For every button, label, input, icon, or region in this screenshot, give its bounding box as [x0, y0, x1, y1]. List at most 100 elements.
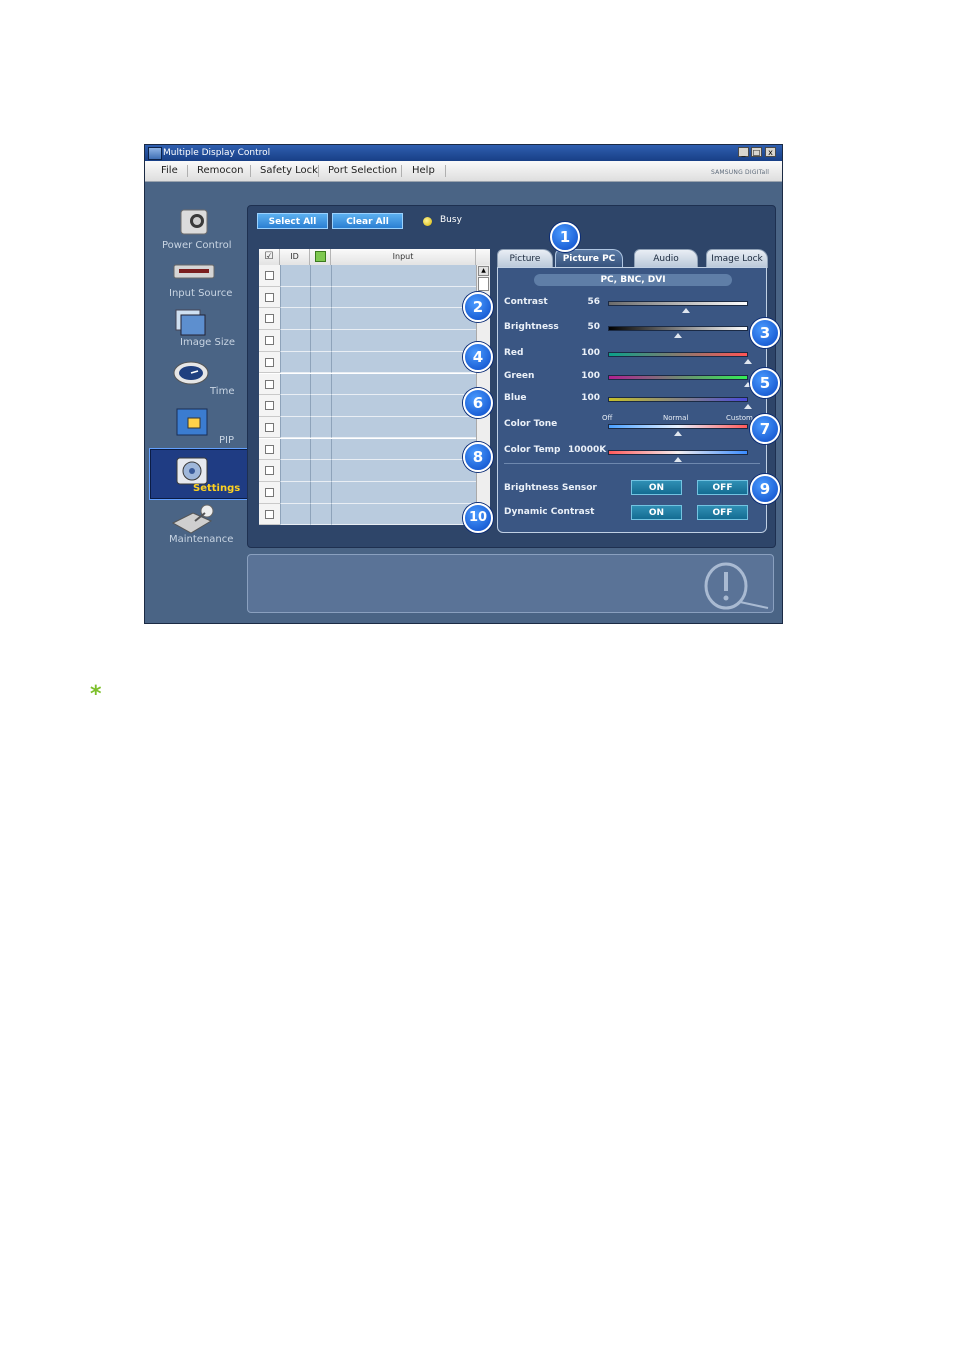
table-row[interactable]	[259, 416, 476, 439]
color-tone-slider[interactable]	[608, 424, 748, 429]
row-checkbox[interactable]	[265, 509, 274, 519]
row-checkbox[interactable]	[265, 422, 274, 432]
contrast-label: Contrast	[504, 297, 548, 307]
minimize-button[interactable]: _	[738, 147, 749, 157]
sidebar-item-image-size[interactable]: Image Size	[149, 308, 249, 356]
brightness-sensor-on-button[interactable]: ON	[631, 480, 682, 495]
row-status-cell	[310, 416, 331, 439]
brightness-slider[interactable]	[608, 326, 748, 331]
color-tone-slider-handle[interactable]	[674, 431, 682, 436]
sidebar-label: Input Source	[169, 288, 233, 299]
sidebar-item-time[interactable]: Time	[149, 357, 249, 405]
green-label: Green	[504, 371, 535, 381]
row-checkbox[interactable]	[265, 336, 274, 346]
main-panel: Select All Clear All Busy ☑ ID Input ▲ P…	[247, 205, 776, 548]
table-row[interactable]	[259, 265, 476, 287]
row-status-cell	[310, 460, 331, 482]
row-checkbox[interactable]	[265, 292, 274, 302]
select-all-button[interactable]: Select All	[257, 213, 328, 229]
sidebar-item-pip[interactable]: PIP	[149, 406, 249, 454]
red-value: 100	[581, 348, 600, 358]
row-input-cell	[331, 308, 476, 330]
table-row[interactable]	[259, 460, 476, 482]
table-row[interactable]	[259, 503, 476, 526]
row-input-cell	[331, 482, 476, 504]
color-tone-option-custom[interactable]: Custom	[726, 414, 753, 422]
contrast-slider[interactable]	[608, 301, 748, 306]
image-size-icon	[175, 309, 206, 336]
menu-help[interactable]: Help	[412, 165, 435, 176]
red-slider-handle[interactable]	[744, 359, 752, 364]
app-icon	[148, 147, 162, 160]
row-select-cell[interactable]	[259, 482, 280, 504]
row-checkbox[interactable]	[265, 314, 274, 324]
tab-picture[interactable]: Picture	[497, 249, 553, 268]
table-row[interactable]	[259, 373, 476, 395]
tab-image-lock[interactable]: Image Lock	[706, 249, 768, 268]
row-status-cell	[310, 503, 331, 526]
menu-remocon[interactable]: Remocon	[197, 165, 243, 176]
row-select-cell[interactable]	[259, 438, 280, 461]
color-temp-slider-handle[interactable]	[674, 457, 682, 462]
sidebar-label: Power Control	[162, 240, 232, 251]
brightness-slider-handle[interactable]	[674, 333, 682, 338]
row-select-cell[interactable]	[259, 330, 280, 352]
color-tone-option-off[interactable]: Off	[602, 414, 612, 422]
row-select-cell[interactable]	[259, 460, 280, 482]
row-select-cell[interactable]	[259, 351, 280, 374]
tab-audio[interactable]: Audio	[634, 249, 698, 268]
row-checkbox[interactable]	[265, 271, 274, 280]
row-select-cell[interactable]	[259, 503, 280, 526]
table-row[interactable]	[259, 308, 476, 330]
menu-safety-lock[interactable]: Safety Lock	[260, 165, 318, 176]
row-select-cell[interactable]	[259, 286, 280, 309]
row-select-cell[interactable]	[259, 373, 280, 395]
contrast-slider-handle[interactable]	[682, 308, 691, 313]
table-row[interactable]	[259, 482, 476, 504]
blue-slider-handle[interactable]	[744, 404, 752, 409]
red-slider[interactable]	[608, 352, 748, 357]
clear-all-button[interactable]: Clear All	[332, 213, 403, 229]
callout-badge-5: 5	[750, 368, 780, 398]
brightness-sensor-label: Brightness Sensor	[504, 483, 597, 493]
message-area	[247, 554, 774, 613]
row-checkbox[interactable]	[265, 401, 274, 411]
row-select-cell[interactable]	[259, 308, 280, 330]
scroll-thumb[interactable]	[478, 277, 489, 291]
row-checkbox[interactable]	[265, 488, 274, 497]
sidebar-item-input-source[interactable]: Input Source	[149, 260, 249, 308]
header-select-checkbox[interactable]: ☑	[259, 249, 280, 265]
row-checkbox[interactable]	[265, 379, 274, 389]
sidebar-item-power-control[interactable]: Power Control	[149, 207, 249, 255]
row-select-cell[interactable]	[259, 416, 280, 439]
display-grid: ☑ ID Input ▲	[259, 249, 490, 526]
table-row[interactable]	[259, 330, 476, 352]
header-id: ID	[280, 249, 310, 265]
dynamic-contrast-off-button[interactable]: OFF	[697, 505, 748, 520]
row-checkbox[interactable]	[265, 466, 274, 476]
close-button[interactable]: x	[765, 147, 776, 157]
dynamic-contrast-on-button[interactable]: ON	[631, 505, 682, 520]
row-checkbox[interactable]	[265, 444, 274, 454]
green-slider[interactable]	[608, 375, 748, 380]
row-checkbox[interactable]	[265, 357, 274, 367]
grid-header: ☑ ID Input	[259, 249, 490, 266]
table-row[interactable]	[259, 395, 476, 417]
row-id-cell	[280, 308, 310, 330]
menu-port-selection[interactable]: Port Selection	[328, 165, 397, 176]
table-row[interactable]	[259, 438, 476, 461]
row-select-cell[interactable]	[259, 395, 280, 417]
blue-slider[interactable]	[608, 397, 748, 402]
row-select-cell[interactable]	[259, 265, 280, 287]
color-tone-option-normal[interactable]: Normal	[663, 414, 688, 422]
menu-file[interactable]: File	[161, 165, 178, 176]
maximize-button[interactable]: □	[751, 147, 762, 157]
color-temp-slider[interactable]	[608, 450, 748, 455]
sidebar-item-maintenance[interactable]: Maintenance	[149, 503, 249, 551]
header-status-icon	[310, 249, 331, 265]
table-row[interactable]	[259, 351, 476, 374]
brightness-sensor-off-button[interactable]: OFF	[697, 480, 748, 495]
scroll-up-icon[interactable]: ▲	[478, 266, 489, 276]
sidebar-item-settings[interactable]: Settings	[149, 448, 251, 500]
table-row[interactable]	[259, 286, 476, 309]
